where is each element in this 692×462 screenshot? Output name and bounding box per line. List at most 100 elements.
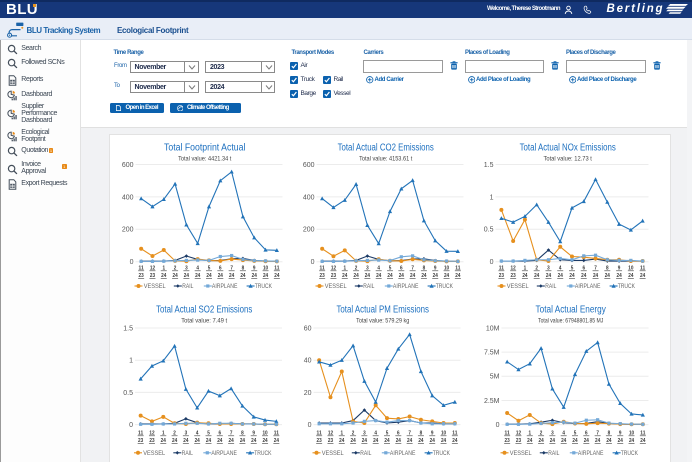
svg-text:24: 24 [273, 438, 279, 444]
svg-text:23: 23 [138, 273, 144, 279]
svg-text:11: 11 [138, 265, 144, 271]
svg-text:24: 24 [606, 438, 612, 444]
svg-text:4: 4 [377, 265, 380, 271]
svg-text:24: 24 [604, 273, 610, 279]
svg-text:8: 8 [423, 265, 426, 271]
svg-text:24: 24 [161, 273, 167, 279]
svg-text:24: 24 [183, 438, 189, 444]
svg-text:0: 0 [129, 422, 133, 429]
svg-text:1: 1 [528, 430, 531, 436]
svg-text:24: 24 [217, 438, 223, 444]
svg-text:TRUCK: TRUCK [617, 283, 635, 290]
svg-text:400: 400 [303, 194, 315, 201]
svg-text:24: 24 [365, 273, 371, 279]
svg-text:0.5: 0.5 [484, 227, 494, 234]
svg-text:12: 12 [149, 430, 154, 436]
svg-text:Total Actual NOx Emissions: Total Actual NOx Emissions [519, 143, 615, 154]
svg-text:1: 1 [162, 265, 165, 271]
svg-text:11: 11 [640, 430, 646, 436]
svg-text:2: 2 [173, 265, 176, 271]
svg-text:0: 0 [495, 422, 499, 429]
svg-text:24: 24 [205, 438, 211, 444]
svg-text:1.5: 1.5 [123, 325, 133, 332]
svg-text:12: 12 [328, 430, 333, 436]
svg-text:9: 9 [252, 430, 255, 436]
svg-text:VESSEL: VESSEL [143, 283, 166, 290]
svg-text:24: 24 [262, 273, 268, 279]
svg-text:1: 1 [340, 430, 343, 436]
svg-text:5: 5 [386, 430, 389, 436]
svg-text:VESSEL: VESSEL [325, 283, 348, 290]
svg-text:24: 24 [342, 273, 348, 279]
svg-text:24: 24 [640, 438, 646, 444]
svg-text:24: 24 [628, 273, 634, 279]
svg-text:11: 11 [455, 265, 461, 271]
svg-text:11: 11 [138, 430, 144, 436]
svg-text:0: 0 [308, 422, 312, 429]
svg-text:TRUCK: TRUCK [254, 450, 272, 457]
svg-text:1: 1 [161, 430, 164, 436]
svg-text:1: 1 [129, 358, 133, 365]
svg-text:24: 24 [557, 273, 563, 279]
svg-text:23: 23 [328, 438, 334, 444]
svg-text:9: 9 [252, 265, 255, 271]
svg-text:8: 8 [241, 430, 244, 436]
svg-text:24: 24 [628, 438, 634, 444]
svg-text:24: 24 [339, 438, 345, 444]
svg-text:Total Actual SO2 Emissions: Total Actual SO2 Emissions [156, 305, 252, 316]
svg-text:24: 24 [373, 438, 379, 444]
svg-text:Total value: 12.73 t: Total value: 12.73 t [543, 156, 592, 163]
svg-text:3: 3 [547, 265, 550, 271]
svg-text:24: 24 [362, 438, 368, 444]
svg-text:23: 23 [317, 438, 323, 444]
svg-text:10: 10 [262, 430, 267, 436]
svg-text:0.5: 0.5 [123, 390, 133, 397]
svg-text:24: 24 [616, 273, 622, 279]
svg-text:23: 23 [510, 273, 516, 279]
svg-text:5: 5 [207, 430, 210, 436]
svg-text:23: 23 [320, 273, 326, 279]
svg-text:5M: 5M [489, 374, 499, 381]
svg-text:24: 24 [569, 273, 575, 279]
svg-text:AIRPLANE: AIRPLANE [211, 283, 237, 290]
svg-text:0: 0 [311, 259, 315, 266]
svg-text:4: 4 [374, 430, 377, 436]
svg-text:200: 200 [121, 227, 133, 234]
svg-text:24: 24 [410, 273, 416, 279]
svg-text:AIRPLANE: AIRPLANE [390, 450, 416, 457]
svg-text:6: 6 [400, 265, 403, 271]
svg-text:24: 24 [617, 438, 623, 444]
svg-text:200: 200 [303, 227, 315, 234]
svg-text:Total Footprint Actual: Total Footprint Actual [164, 143, 245, 154]
svg-text:24: 24 [549, 438, 555, 444]
svg-text:TRUCK: TRUCK [433, 450, 451, 457]
svg-text:VESSEL: VESSEL [506, 283, 529, 290]
svg-text:24: 24 [433, 273, 439, 279]
svg-text:24: 24 [240, 273, 246, 279]
svg-text:24: 24 [418, 438, 424, 444]
svg-text:3: 3 [366, 265, 369, 271]
svg-text:23: 23 [138, 438, 144, 444]
svg-text:10: 10 [444, 265, 449, 271]
svg-text:9: 9 [617, 265, 620, 271]
svg-text:24: 24 [407, 438, 413, 444]
svg-text:24: 24 [399, 273, 405, 279]
svg-text:24: 24 [195, 273, 201, 279]
svg-text:24: 24 [538, 438, 544, 444]
svg-text:24: 24 [592, 273, 598, 279]
svg-text:24: 24 [441, 438, 447, 444]
svg-text:5: 5 [570, 265, 573, 271]
svg-text:12: 12 [515, 430, 520, 436]
svg-text:0: 0 [129, 259, 133, 266]
svg-text:24: 24 [640, 273, 646, 279]
svg-text:6: 6 [397, 430, 400, 436]
svg-text:24: 24 [387, 273, 393, 279]
svg-text:2: 2 [535, 265, 538, 271]
svg-text:600: 600 [303, 162, 315, 169]
svg-text:24: 24 [262, 438, 268, 444]
svg-text:7: 7 [594, 265, 597, 271]
svg-text:60: 60 [304, 325, 312, 332]
svg-text:TRUCK: TRUCK [436, 283, 454, 290]
svg-text:24: 24 [452, 438, 458, 444]
svg-text:11: 11 [498, 265, 504, 271]
